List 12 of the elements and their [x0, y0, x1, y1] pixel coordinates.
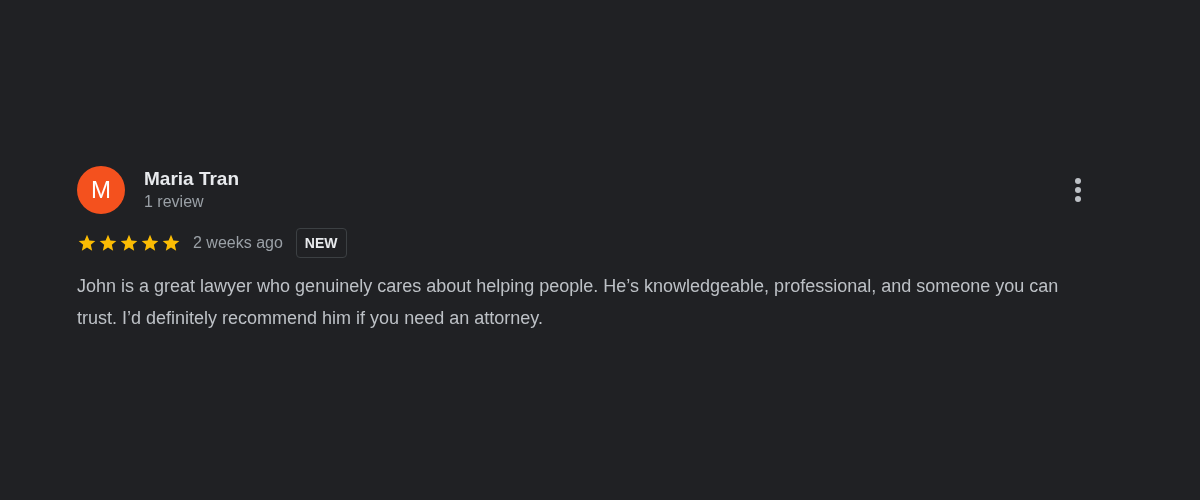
reviewer-name[interactable]: Maria Tran [144, 167, 1074, 191]
more-options-icon[interactable] [1074, 177, 1082, 203]
star-icon [98, 233, 118, 253]
review-count: 1 review [144, 192, 205, 212]
star-icon [161, 233, 181, 253]
star-icon [77, 233, 97, 253]
new-badge: NEW [295, 228, 347, 258]
review-text: John is a great lawyer who genuinely cares about helping people. He’s knowledgeable, professional, and someone you can trust. I’d definitely recommend him if you need an attorney. [77, 275, 1060, 330]
avatar: M [77, 166, 125, 214]
review-time: 2 weeks ago [193, 234, 283, 252]
star-icon [140, 233, 160, 253]
star-icon [119, 233, 139, 253]
